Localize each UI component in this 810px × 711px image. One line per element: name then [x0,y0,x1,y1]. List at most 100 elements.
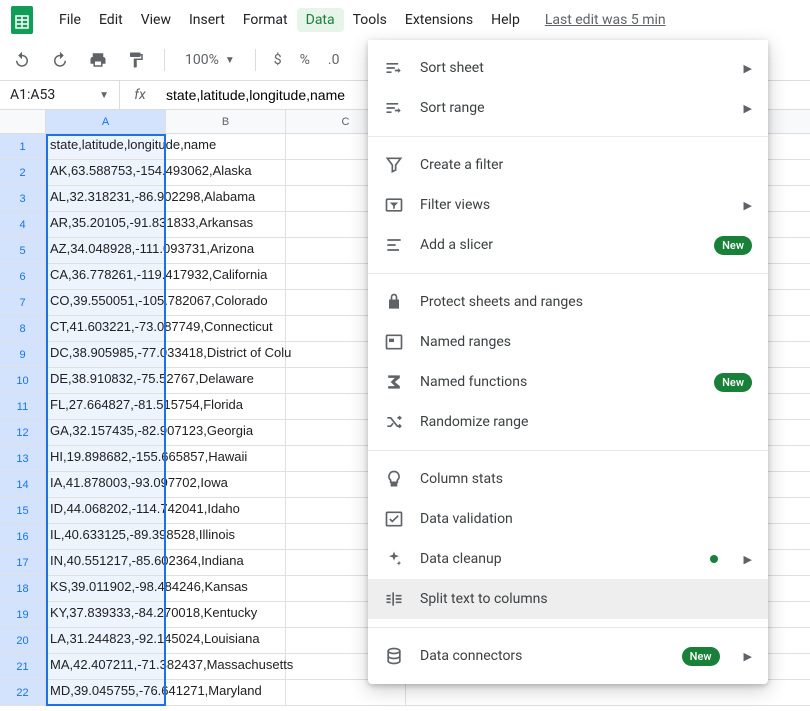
row-header[interactable]: 10 [0,368,46,393]
menu-item-label: Column stats [420,471,752,487]
row-header[interactable]: 1 [0,134,46,159]
percent-format-button[interactable]: % [296,52,314,68]
menu-help[interactable]: Help [482,8,529,32]
select-all-corner[interactable] [0,110,46,133]
row-header[interactable]: 7 [0,290,46,315]
row-header[interactable]: 17 [0,550,46,575]
menu-item-named-ranges[interactable]: Named ranges [368,322,768,362]
row-header[interactable]: 18 [0,576,46,601]
new-badge: New [714,373,752,392]
zoom-select[interactable]: 100% ▼ [179,52,241,68]
sheets-logo-icon[interactable] [8,6,36,34]
row-header[interactable]: 5 [0,238,46,263]
menu-item-filter-views[interactable]: Filter views▶ [368,185,768,225]
menu-item-sort-range[interactable]: Sort range ▶ [368,88,768,128]
toolbar-divider [164,49,165,71]
menu-item-named-functions[interactable]: Named functionsNew [368,362,768,402]
print-button[interactable] [84,46,112,74]
menu-item-protect-sheets-and-ranges[interactable]: Protect sheets and ranges [368,282,768,322]
cell[interactable]: DE,38.910832,-75.52767,Delaware [46,368,166,393]
menu-item-label: Filter views [420,197,720,213]
menu-insert[interactable]: Insert [180,8,234,32]
cell[interactable]: IN,40.551217,-85.602364,Indiana [46,550,166,575]
last-edit-link[interactable]: Last edit was 5 min [545,12,666,28]
paint-format-button[interactable] [122,46,150,74]
menu-item-label: Data cleanup [420,551,694,567]
cell[interactable]: AR,35.20105,-91.831833,Arkansas [46,212,166,237]
menu-item-label: Data connectors [420,648,666,664]
cell[interactable]: ID,44.068202,-114.742041,Idaho [46,498,166,523]
name-box[interactable]: A1:A53 ▼ [0,81,120,109]
row-header[interactable]: 3 [0,186,46,211]
filter-icon [384,155,404,175]
cell[interactable]: KS,39.011902,-98.484246,Kansas [46,576,166,601]
submenu-arrow-icon: ▶ [744,553,752,566]
redo-button[interactable] [46,46,74,74]
menu-view[interactable]: View [132,8,180,32]
column-header-a[interactable]: A [46,110,166,133]
cell[interactable]: GA,32.157435,-82.907123,Georgia [46,420,166,445]
row-header[interactable]: 13 [0,446,46,471]
cell[interactable]: IL,40.633125,-89.398528,Illinois [46,524,166,549]
menu-item-data-validation[interactable]: Data validation [368,499,768,539]
cell[interactable]: CO,39.550051,-105.782067,Colorado [46,290,166,315]
cell[interactable]: CA,36.778261,-119.417932,California [46,264,166,289]
row-header[interactable]: 4 [0,212,46,237]
menu-item-create-a-filter[interactable]: Create a filter [368,145,768,185]
currency-format-button[interactable]: $ [270,52,286,68]
menu-item-randomize-range[interactable]: Randomize range [368,402,768,442]
menu-separator [368,136,768,137]
menu-item-column-stats[interactable]: Column stats [368,459,768,499]
submenu-arrow-icon: ▶ [744,102,752,115]
cell[interactable]: MA,42.407211,-71.382437,Massachusetts [46,654,166,679]
cell[interactable]: AK,63.588753,-154.493062,Alaska [46,160,166,185]
cell[interactable]: CT,41.603221,-73.087749,Connecticut [46,316,166,341]
row-header[interactable]: 16 [0,524,46,549]
cell[interactable]: IA,41.878003,-93.097702,Iowa [46,472,166,497]
chevron-down-icon: ▼ [225,55,235,66]
menu-edit[interactable]: Edit [90,8,132,32]
cell[interactable]: AL,32.318231,-86.902298,Alabama [46,186,166,211]
menu-item-label: Create a filter [420,157,752,173]
menu-item-label: Sort range [420,100,720,116]
cell[interactable]: AZ,34.048928,-111.093731,Arizona [46,238,166,263]
cell[interactable]: LA,31.244823,-92.145024,Louisiana [46,628,166,653]
cell[interactable]: FL,27.664827,-81.515754,Florida [46,394,166,419]
menu-tools[interactable]: Tools [344,8,396,32]
row-header[interactable]: 19 [0,602,46,627]
row-header[interactable]: 21 [0,654,46,679]
row-header[interactable]: 22 [0,680,46,705]
cell[interactable]: DC,38.905985,-77.033418,District of Colu [46,342,166,367]
menu-extensions[interactable]: Extensions [396,8,482,32]
cell[interactable]: KY,37.839333,-84.270018,Kentucky [46,602,166,627]
menu-separator [368,450,768,451]
submenu-arrow-icon: ▶ [744,62,752,75]
menu-item-data-cleanup[interactable]: Data cleanup ▶ [368,539,768,579]
menu-item-add-a-slicer[interactable]: Add a slicerNew [368,225,768,265]
menu-item-split-text-to-columns[interactable]: Split text to columns [368,579,768,619]
row-header[interactable]: 9 [0,342,46,367]
row-header[interactable]: 20 [0,628,46,653]
named-icon [384,332,404,352]
menu-file[interactable]: File [50,8,90,32]
row-header[interactable]: 6 [0,264,46,289]
row-header[interactable]: 2 [0,160,46,185]
row-header[interactable]: 12 [0,420,46,445]
row-header[interactable]: 8 [0,316,46,341]
row-header[interactable]: 14 [0,472,46,497]
menu-item-label: Data validation [420,511,752,527]
menu-data[interactable]: Data [297,8,344,32]
cell[interactable]: state,latitude,longitude,name [46,134,166,159]
row-header[interactable]: 15 [0,498,46,523]
menu-item-label: Add a slicer [420,237,698,253]
cell[interactable]: HI,19.898682,-155.665857,Hawaii [46,446,166,471]
menu-format[interactable]: Format [234,8,297,32]
data-menu-dropdown: Sort sheet▶ Sort range ▶ Create a filter Fil… [368,40,768,684]
row-header[interactable]: 11 [0,394,46,419]
undo-button[interactable] [8,46,36,74]
menu-item-sort-sheet[interactable]: Sort sheet▶ [368,48,768,88]
decrease-decimal-button[interactable]: .0 [324,52,344,68]
column-header-b[interactable]: B [166,110,286,133]
cell[interactable]: MD,39.045755,-76.641271,Maryland [46,680,166,705]
menu-item-data-connectors[interactable]: Data connectorsNew▶ [368,636,768,676]
